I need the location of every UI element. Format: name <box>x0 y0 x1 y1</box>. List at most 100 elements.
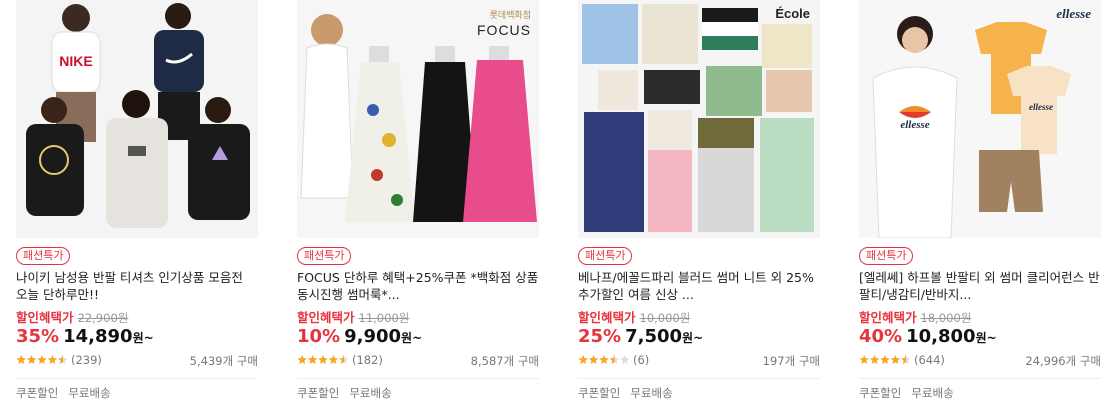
product-title[interactable]: [엘레쎄] 하프볼 반팔티 외 썸머 클리어런스 반팔티/냉감티/반바지... <box>859 269 1101 303</box>
star-icon <box>599 355 609 365</box>
purchase-count: 197개 구매 <box>762 354 820 368</box>
product-image[interactable]: École <box>578 0 820 238</box>
original-price: 10,000원 <box>639 311 691 325</box>
free-shipping-tag: 무료배송 <box>68 386 111 400</box>
star-icon <box>318 355 328 365</box>
benefit-tags: 쿠폰할인 무료배송 <box>859 385 964 401</box>
star-icon <box>880 355 890 365</box>
product-card[interactable]: ellesse ellesse ellesse 패션특가 [엘레쎄] 하프볼 반… <box>859 0 1101 418</box>
promo-label: 할인혜택가 <box>16 310 74 325</box>
product-title[interactable]: 베나프/에꼴드파리 블러드 썸머 니트 외 25% 추가할인 여름 신상 ... <box>578 269 820 303</box>
discount-rate: 10% <box>297 326 341 347</box>
discount-rate: 25% <box>578 326 622 347</box>
star-icon <box>58 355 68 365</box>
promo-label: 할인혜택가 <box>859 310 917 325</box>
star-icon <box>859 355 869 365</box>
fashion-deal-badge: 패션특가 <box>297 247 352 265</box>
star-icon <box>328 355 339 365</box>
price-unit: 원~ <box>401 331 423 345</box>
star-icon <box>620 355 630 365</box>
rating-stars-icon <box>16 355 68 365</box>
star-icon <box>37 355 47 365</box>
star-icon <box>869 355 880 365</box>
star-icon <box>297 355 307 365</box>
divider <box>16 378 258 379</box>
rating-stars-icon <box>578 355 630 365</box>
purchase-count: 5,439개 구매 <box>189 354 258 368</box>
promo-label: 할인혜택가 <box>578 310 636 325</box>
divider <box>578 378 820 379</box>
brand-sublogo: 롯데백화점 <box>489 10 531 20</box>
divider <box>859 378 1101 379</box>
star-icon <box>339 355 349 365</box>
sale-price: 7,500 <box>625 326 683 347</box>
star-icon <box>578 355 588 365</box>
fashion-deal-badge: 패션특가 <box>578 247 633 265</box>
coupon-tag: 쿠폰할인 <box>16 386 59 400</box>
original-price: 22,900원 <box>77 311 129 325</box>
review-count: (182) <box>352 353 383 367</box>
discount-rate: 40% <box>859 326 903 347</box>
free-shipping-tag: 무료배송 <box>630 386 673 400</box>
divider <box>297 378 539 379</box>
review-count: (644) <box>914 353 945 367</box>
star-icon <box>307 355 318 365</box>
star-icon <box>16 355 26 365</box>
product-image[interactable]: NIKE <box>16 0 258 238</box>
product-grid: NIKE 패션특가 나이키 남성용 반팔 티셔츠 인기상품 모음전 오늘 단하루… <box>0 0 1106 418</box>
product-title[interactable]: FOCUS 단하루 혜택+25%쿠폰 *백화점 상품 동시진행 썸머룩*... <box>297 269 539 303</box>
star-icon <box>890 355 901 365</box>
promo-label: 할인혜택가 <box>297 310 355 325</box>
original-price: 11,000원 <box>358 311 410 325</box>
star-icon <box>26 355 37 365</box>
summer-knit-collage-image <box>578 0 820 238</box>
rating-stars-icon <box>297 355 349 365</box>
discount-rate: 35% <box>16 326 60 347</box>
price-line: 35% 14,890원~ <box>16 324 154 351</box>
coupon-tag: 쿠폰할인 <box>297 386 340 400</box>
price-line: 10% 9,900원~ <box>297 324 422 351</box>
original-price: 18,000원 <box>920 311 972 325</box>
price-unit: 원~ <box>132 331 154 345</box>
product-image[interactable]: 롯데백화점 FOCUS <box>297 0 539 238</box>
star-icon <box>609 355 620 365</box>
benefit-tags: 쿠폰할인 무료배송 <box>297 385 402 401</box>
review-count: (239) <box>71 353 102 367</box>
price-unit: 원~ <box>682 331 704 345</box>
sale-price: 14,890 <box>63 326 133 347</box>
product-meta: (6) 197개 구매 <box>578 353 820 369</box>
svg-text:ellesse: ellesse <box>900 119 929 131</box>
purchase-count: 24,996개 구매 <box>1025 354 1101 368</box>
product-title[interactable]: 나이키 남성용 반팔 티셔츠 인기상품 모음전 오늘 단하루만!! <box>16 269 258 303</box>
ellesse-tshirt-image: ellesse ellesse <box>859 0 1101 238</box>
star-icon <box>901 355 911 365</box>
coupon-tag: 쿠폰할인 <box>578 386 621 400</box>
brand-logo: École <box>775 6 810 21</box>
purchase-count: 8,587개 구매 <box>470 354 539 368</box>
coupon-tag: 쿠폰할인 <box>859 386 902 400</box>
brand-logo: ellesse <box>1056 6 1091 21</box>
product-card[interactable]: École 패션특가 베나프/에꼴드파리 블러드 썸머 니트 외 25% 추가할… <box>578 0 820 418</box>
rating-stars-icon <box>859 355 911 365</box>
svg-text:NIKE: NIKE <box>59 53 92 69</box>
price-unit: 원~ <box>975 331 997 345</box>
fashion-deal-badge: 패션특가 <box>859 247 914 265</box>
benefit-tags: 쿠폰할인 무료배송 <box>16 385 121 401</box>
svg-text:ellesse: ellesse <box>1029 102 1053 112</box>
product-meta: (644) 24,996개 구매 <box>859 353 1101 369</box>
brand-logo: FOCUS <box>477 22 531 38</box>
benefit-tags: 쿠폰할인 무료배송 <box>578 385 683 401</box>
price-line: 40% 10,800원~ <box>859 324 997 351</box>
product-image[interactable]: ellesse ellesse ellesse <box>859 0 1101 238</box>
product-card[interactable]: NIKE 패션특가 나이키 남성용 반팔 티셔츠 인기상품 모음전 오늘 단하루… <box>16 0 258 418</box>
product-card[interactable]: 롯데백화점 FOCUS 패션특가 FOCUS 단하루 혜택+25%쿠폰 *백화점… <box>297 0 539 418</box>
star-icon <box>588 355 599 365</box>
product-meta: (182) 8,587개 구매 <box>297 353 539 369</box>
nike-tshirt-models-image: NIKE <box>16 0 258 238</box>
sale-price: 9,900 <box>344 326 402 347</box>
free-shipping-tag: 무료배송 <box>911 386 954 400</box>
price-line: 25% 7,500원~ <box>578 324 703 351</box>
fashion-deal-badge: 패션특가 <box>16 247 71 265</box>
sale-price: 10,800 <box>906 326 976 347</box>
star-icon <box>47 355 58 365</box>
